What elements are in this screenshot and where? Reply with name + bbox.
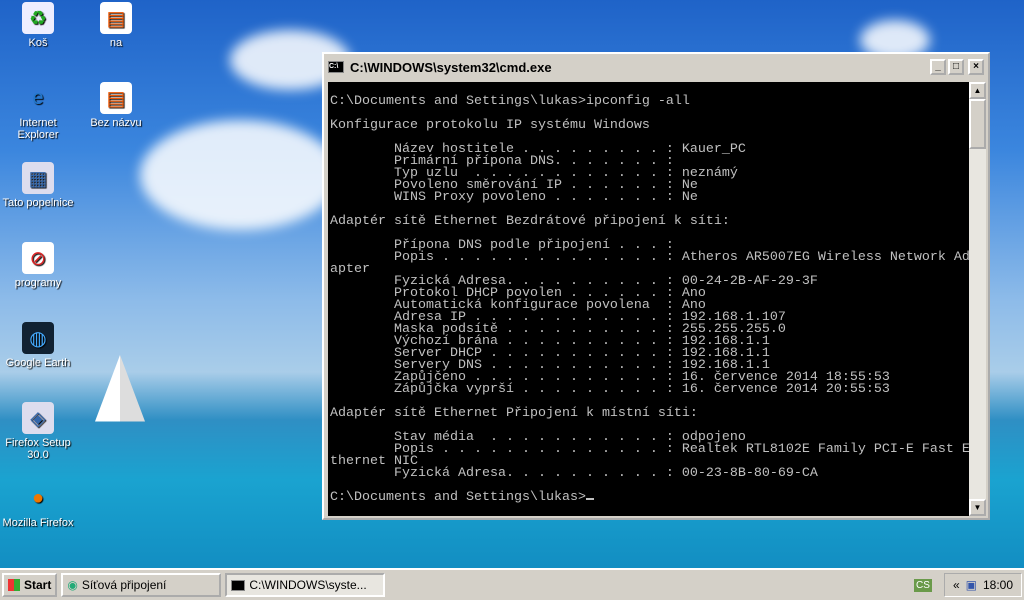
cmd-icon: [231, 579, 246, 591]
internet-explorer-icon: e: [32, 86, 44, 109]
document-icon: ▤: [100, 2, 132, 34]
desktop-icon[interactable]: ▤ na: [78, 2, 154, 49]
desktop-icon[interactable]: ▤ Bez názvu: [78, 82, 154, 129]
desktop-icon-label: Bez názvu: [90, 117, 142, 129]
tray-expand-button[interactable]: «: [953, 578, 960, 592]
desktop-icon[interactable]: ◈ Firefox Setup 30.0: [0, 402, 76, 461]
firefox-icon: ●: [31, 486, 45, 509]
maximize-button[interactable]: □: [948, 59, 964, 75]
desktop-icon[interactable]: ◍ Google Earth: [0, 322, 76, 369]
sailboat-image: [95, 355, 145, 422]
taskbar-item-label: Síťová připojení: [81, 578, 167, 592]
system-tray: « ▣ 18:00: [943, 573, 1022, 597]
start-button[interactable]: Start: [2, 573, 58, 597]
desktop-icon[interactable]: ▦ Tato popelnice: [0, 162, 76, 209]
desktop-icon-label: Google Earth: [5, 357, 71, 369]
console-line: Adaptér sítě Ethernet Připojení k místní…: [330, 406, 698, 421]
console-line: Konfigurace protokolu IP systému Windows: [330, 118, 650, 133]
desktop-icon[interactable]: ● Mozilla Firefox: [0, 482, 76, 530]
language-indicator[interactable]: CS: [914, 578, 932, 592]
google-earth-icon: ◍: [22, 322, 54, 354]
scroll-down-arrow-icon[interactable]: ▼: [969, 499, 986, 516]
console-line: C:\Documents and Settings\lukas>: [330, 491, 970, 504]
console-line: WINS Proxy povoleno . . . . . . . : Ne: [330, 190, 698, 205]
no-sign-icon: ⊘: [22, 242, 54, 274]
console-output[interactable]: C:\Documents and Settings\lukas>ipconfig…: [328, 82, 970, 516]
taskbar-item-label: C:\WINDOWS\syste...: [249, 578, 367, 592]
console-line: Adaptér sítě Ethernet Bezdrátové připoje…: [330, 214, 730, 229]
desktop-icon-label: Tato popelnice: [2, 197, 74, 209]
desktop-icon[interactable]: ♻ Koš: [0, 2, 76, 49]
taskbar-item-network[interactable]: ◉ Síťová připojení: [61, 573, 222, 597]
desktop-icon-label: Mozilla Firefox: [2, 517, 74, 529]
desktop-icon[interactable]: e Internet Explorer: [0, 82, 76, 142]
taskbar: Start ◉ Síťová připojení C:\WINDOWS\syst…: [0, 568, 1024, 600]
desktop-icon[interactable]: ⊘ programy: [0, 242, 76, 289]
installer-icon: ◈: [22, 402, 54, 434]
desktop-icon-label: Firefox Setup 30.0: [5, 437, 71, 461]
cmd-icon: C:\: [328, 61, 344, 73]
windows-logo-icon: [8, 579, 20, 591]
desktop-icon-label: Koš: [28, 37, 48, 49]
desktop-icon-label: na: [109, 37, 123, 49]
console-line: Popis . . . . . . . . . . . . . . : Real…: [330, 442, 970, 457]
shortcut-icon: ▦: [22, 162, 54, 194]
close-button[interactable]: ×: [968, 59, 984, 75]
scroll-thumb[interactable]: [969, 99, 986, 149]
cloud: [140, 120, 340, 230]
text-cursor: [585, 498, 594, 500]
network-globe-icon: ◉: [67, 578, 78, 592]
taskbar-item-cmd[interactable]: C:\WINDOWS\syste...: [225, 573, 386, 597]
minimize-button[interactable]: _: [930, 59, 946, 75]
title-bar[interactable]: C:\ C:\WINDOWS\system32\cmd.exe _ □ ×: [324, 54, 988, 80]
scroll-up-arrow-icon[interactable]: ▲: [969, 82, 986, 99]
network-status-icon[interactable]: ▣: [966, 578, 977, 592]
desktop-icon-label: Internet Explorer: [17, 117, 59, 141]
vertical-scrollbar[interactable]: ▲ ▼: [969, 82, 986, 516]
window-title: C:\WINDOWS\system32\cmd.exe: [350, 59, 552, 75]
start-label: Start: [24, 578, 52, 592]
cmd-window[interactable]: C:\ C:\WINDOWS\system32\cmd.exe _ □ × C:…: [322, 52, 990, 520]
clock[interactable]: 18:00: [983, 578, 1013, 592]
document-icon: ▤: [100, 82, 132, 114]
console-line: Zápůjčka vyprší . . . . . . . . . : 16. …: [330, 382, 890, 397]
console-line: Fyzická Adresa. . . . . . . . . . : 00-2…: [330, 466, 818, 481]
desktop-icon-label: programy: [14, 277, 62, 289]
console-line: C:\Documents and Settings\lukas>ipconfig…: [330, 94, 690, 109]
console-line: Popis . . . . . . . . . . . . . . : Athe…: [330, 250, 970, 265]
recycle-bin-icon: ♻: [22, 2, 54, 34]
